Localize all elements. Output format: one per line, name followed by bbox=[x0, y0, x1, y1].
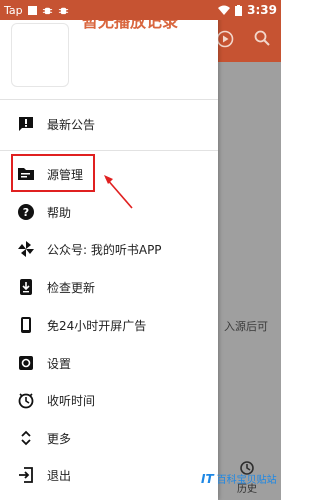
svg-text:?: ? bbox=[23, 206, 29, 219]
settings-icon bbox=[17, 354, 35, 372]
menu-item-check-update[interactable]: 检查更新 bbox=[0, 269, 218, 305]
menu-label: 帮助 bbox=[47, 206, 72, 220]
album-cover[interactable] bbox=[11, 23, 69, 87]
divider bbox=[0, 150, 218, 151]
menu-item-more[interactable]: 更多 bbox=[0, 420, 218, 456]
menu-label: 更多 bbox=[47, 432, 72, 446]
empty-hint-text: 入源后可 bbox=[224, 320, 268, 333]
watermark: IT 百科宝贝贴站 bbox=[201, 471, 277, 487]
pinwheel-icon bbox=[17, 240, 35, 258]
menu-item-announcement[interactable]: 最新公告 bbox=[0, 106, 218, 142]
divider bbox=[0, 99, 218, 100]
menu-label: 公众号: 我的听书APP bbox=[47, 243, 162, 257]
menu-item-remove-ads[interactable]: 免24小时开屏广告 bbox=[0, 307, 218, 343]
exit-icon bbox=[17, 466, 35, 484]
bug-icon bbox=[58, 7, 68, 14]
menu-label: 检查更新 bbox=[47, 281, 96, 295]
timer-icon bbox=[17, 391, 35, 409]
watermark-logo: IT bbox=[201, 471, 214, 486]
notification-square-icon bbox=[27, 5, 37, 15]
bug-icon bbox=[42, 7, 52, 14]
status-bar: Tap 3:39 bbox=[0, 0, 281, 20]
menu-label: 最新公告 bbox=[47, 118, 96, 132]
annotation-arrow bbox=[104, 175, 133, 209]
menu-item-official-account[interactable]: 公众号: 我的听书APP bbox=[0, 231, 218, 267]
menu-label: 收听时间 bbox=[47, 394, 96, 408]
phone-icon bbox=[17, 316, 35, 334]
status-time: 3:39 bbox=[247, 3, 277, 17]
battery-icon bbox=[235, 4, 243, 16]
highlight-box bbox=[11, 154, 95, 192]
menu-label: 设置 bbox=[47, 357, 72, 371]
menu-item-exit[interactable]: 退出 bbox=[0, 457, 218, 493]
announcement-icon bbox=[17, 115, 35, 133]
search-icon[interactable] bbox=[254, 30, 270, 50]
menu-item-settings[interactable]: 设置 bbox=[0, 345, 218, 381]
wifi-icon bbox=[218, 5, 231, 15]
watermark-text: 百科宝贝贴站 bbox=[216, 475, 277, 486]
navigation-drawer: 暂无播放记录 最新公告 源管理 ? 帮助 公众号: 我的听书APP 检查更新 免… bbox=[0, 0, 218, 500]
menu-item-listening-time[interactable]: 收听时间 bbox=[0, 382, 218, 418]
status-left-label: Tap bbox=[4, 3, 23, 17]
play-circle-icon[interactable] bbox=[216, 30, 234, 52]
menu-label: 退出 bbox=[47, 469, 72, 483]
expand-more-icon bbox=[17, 429, 35, 447]
menu-label: 免24小时开屏广告 bbox=[47, 319, 147, 333]
update-download-icon bbox=[17, 278, 35, 296]
help-icon: ? bbox=[17, 203, 35, 221]
